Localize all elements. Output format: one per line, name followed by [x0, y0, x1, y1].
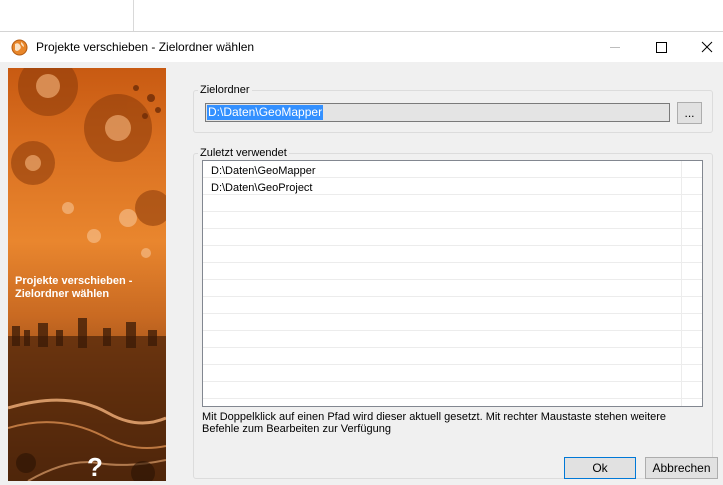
minimize-icon [610, 47, 620, 48]
recent-paths-label: Zuletzt verwendet [200, 147, 287, 159]
list-item[interactable]: D:\Daten\GeoProject [211, 180, 313, 196]
list-item[interactable]: D:\Daten\GeoMapper [211, 163, 316, 179]
app-globe-icon [11, 39, 28, 56]
maximize-button[interactable] [638, 32, 684, 62]
target-path-value: D:\Daten\GeoMapper [207, 105, 324, 120]
usage-hint: Mit Doppelklick auf einen Pfad wird dies… [202, 411, 667, 435]
sidebar-heading: Projekte verschieben - Zielordner wählen [15, 275, 133, 300]
close-button[interactable] [684, 32, 723, 62]
sidebar-banner: Projekte verschieben - Zielordner wählen… [8, 68, 166, 481]
minimize-button[interactable] [592, 32, 638, 62]
question-mark-icon[interactable]: ? [84, 454, 106, 480]
ok-button[interactable]: Ok [564, 457, 636, 479]
list-column-divider [681, 161, 682, 406]
browse-button[interactable]: ... [677, 102, 702, 124]
close-icon [701, 41, 713, 53]
cancel-button[interactable]: Abbrechen [645, 457, 718, 479]
recent-paths-list[interactable]: D:\Daten\GeoMapper D:\Daten\GeoProject [202, 160, 703, 407]
maximize-icon [656, 42, 667, 53]
title-bar: Projekte verschieben - Zielordner wählen [0, 32, 723, 62]
target-folder-label: Zielordner [200, 84, 250, 96]
background-window-tab [0, 0, 134, 32]
svg-text:?: ? [87, 454, 103, 480]
window-title: Projekte verschieben - Zielordner wählen [36, 40, 255, 54]
